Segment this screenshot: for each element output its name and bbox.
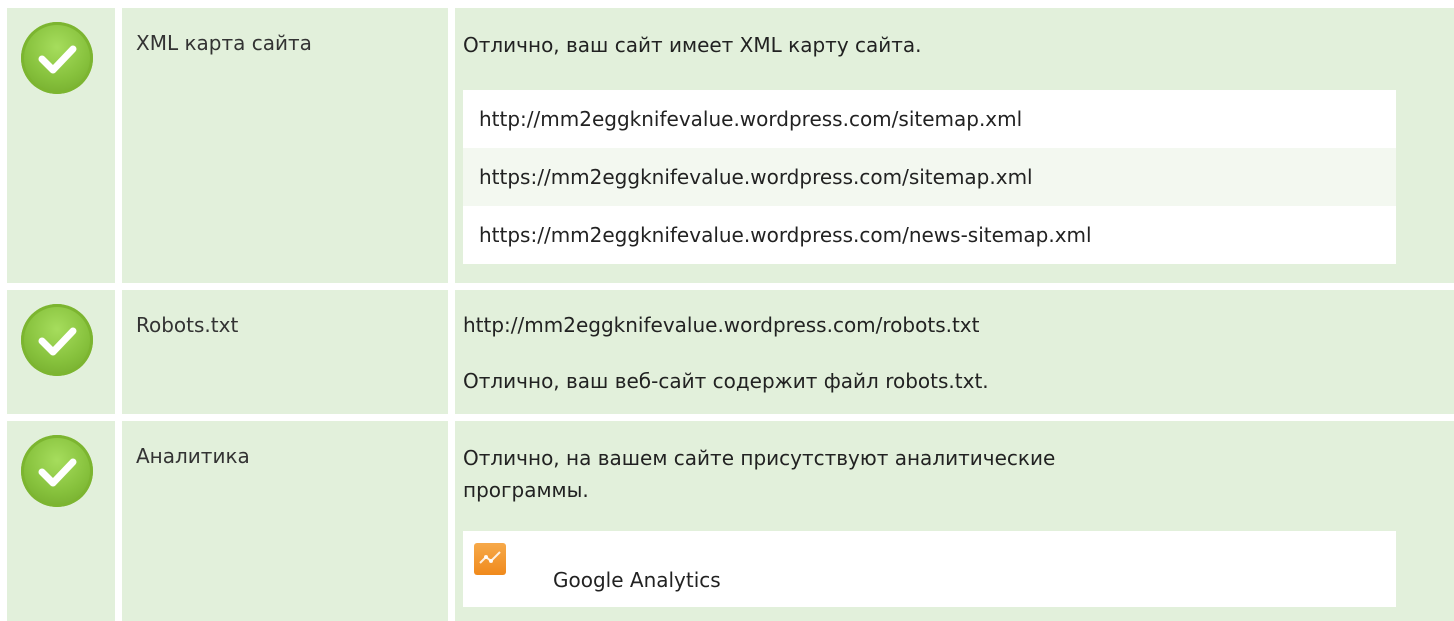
result-cell: Отлично, на вашем сайте присутствуют ана… (455, 421, 1454, 621)
check-circle-icon (21, 435, 93, 507)
result-cell: Отлично, ваш сайт имеет XML карту сайта.… (455, 8, 1454, 283)
check-label: XML карта сайта (136, 31, 312, 55)
analytics-tool-name: Google Analytics (553, 568, 721, 592)
check-circle-icon (21, 22, 93, 94)
analytics-chart-icon (474, 543, 506, 575)
analytics-tool-item: Google Analytics (463, 531, 1396, 607)
check-row-robots: Robots.txt http://mm2eggknifevalue.wordp… (0, 290, 1454, 414)
check-row-analytics: Аналитика Отлично, на вашем сайте присут… (0, 421, 1454, 621)
result-message: Отлично, ваш веб-сайт содержит файл robo… (463, 369, 989, 393)
status-cell (7, 290, 115, 414)
check-row-sitemap: XML карта сайта Отлично, ваш сайт имеет … (0, 8, 1454, 283)
result-message: Отлично, на вашем сайте присутствуют ана… (463, 446, 1056, 502)
robots-url[interactable]: http://mm2eggknifevalue.wordpress.com/ro… (463, 311, 979, 339)
sitemap-url[interactable]: https://mm2eggknifevalue.wordpress.com/n… (463, 206, 1396, 264)
sitemap-url[interactable]: http://mm2eggknifevalue.wordpress.com/si… (463, 90, 1396, 148)
check-circle-icon (21, 304, 93, 376)
result-cell: http://mm2eggknifevalue.wordpress.com/ro… (455, 290, 1454, 414)
label-cell: Аналитика (122, 421, 448, 621)
label-cell: XML карта сайта (122, 8, 448, 283)
check-label: Аналитика (136, 444, 250, 468)
sitemap-list: http://mm2eggknifevalue.wordpress.com/si… (463, 90, 1396, 264)
check-label: Robots.txt (136, 313, 239, 337)
sitemap-url[interactable]: https://mm2eggknifevalue.wordpress.com/s… (463, 148, 1396, 206)
status-cell (7, 8, 115, 283)
status-cell (7, 421, 115, 621)
label-cell: Robots.txt (122, 290, 448, 414)
result-message: Отлично, ваш сайт имеет XML карту сайта. (463, 33, 922, 57)
